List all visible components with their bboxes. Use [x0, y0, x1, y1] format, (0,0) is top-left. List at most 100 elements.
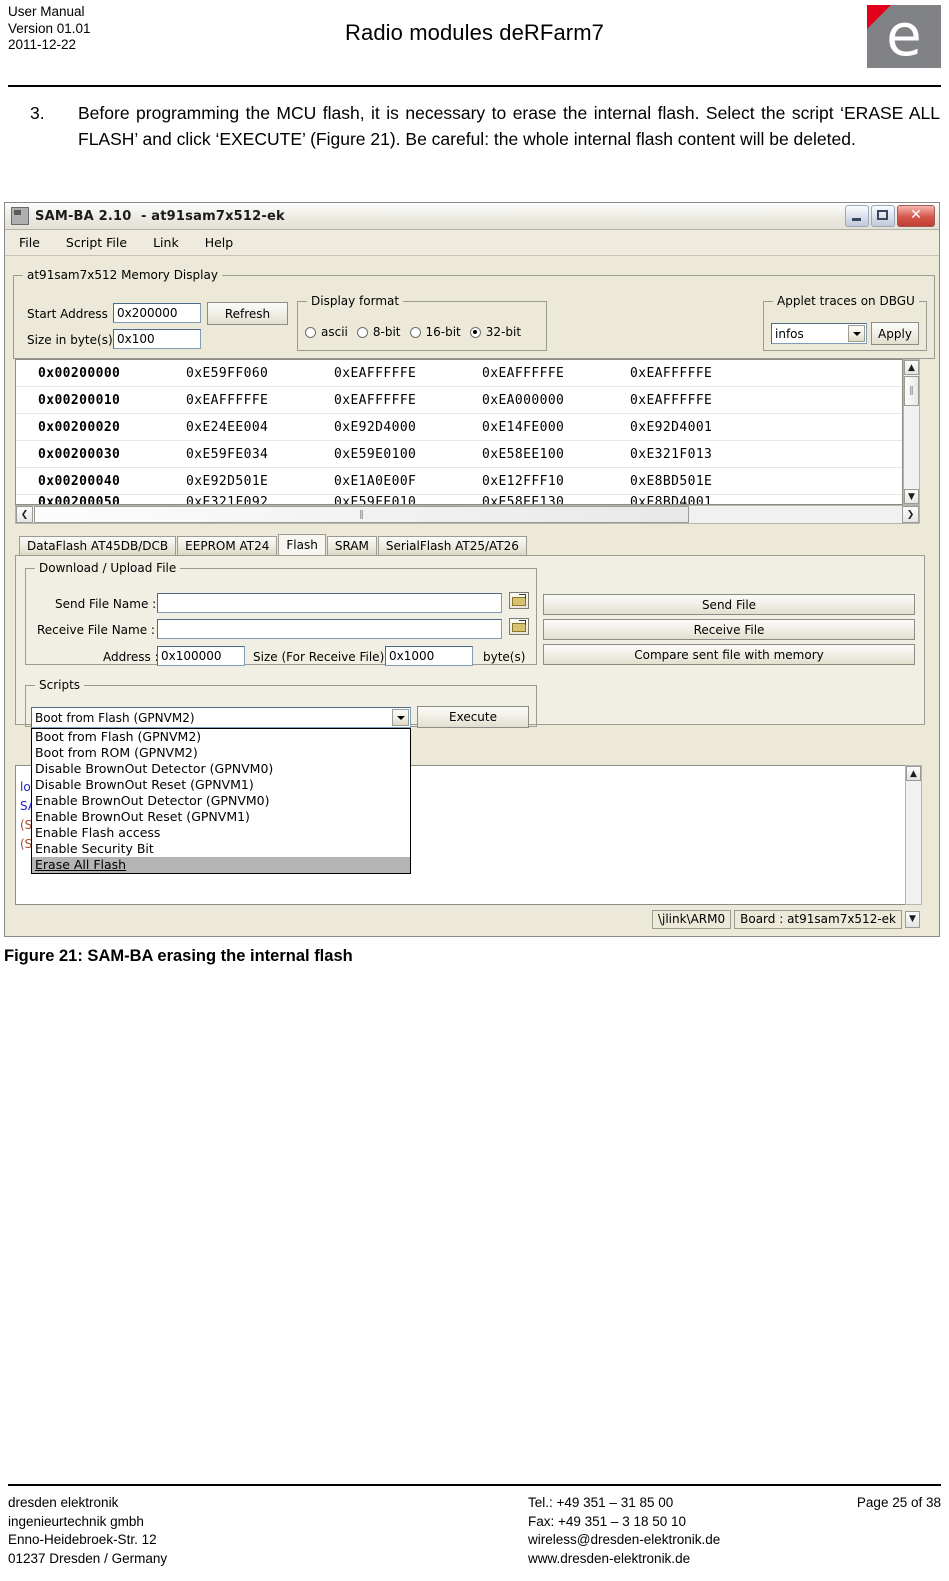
memory-word: 0xEAFFFFFE	[334, 392, 417, 408]
tab-dataflash[interactable]: DataFlash AT45DB/DCB	[19, 536, 177, 555]
radio-32bit[interactable]	[469, 326, 481, 338]
radio-ascii[interactable]	[305, 326, 316, 338]
radio-32bit-label: 32-bit	[485, 325, 522, 339]
scroll-right-button[interactable]: ❯	[902, 506, 919, 523]
footer-address: dresden elektronik ingenieurtechnik gmbh…	[8, 1495, 168, 1566]
memory-word: 0xE321F092	[186, 495, 269, 505]
dropdown-option[interactable]: Enable Flash access	[32, 825, 410, 841]
script-select-combo[interactable]: Boot from Flash (GPNVM2)	[31, 707, 411, 728]
dropdown-option-selected[interactable]: Erase All Flash	[32, 857, 410, 873]
scroll-up-button[interactable]: ▲	[906, 766, 921, 781]
memory-word: 0xEAFFFFFE	[186, 392, 269, 408]
receive-file-name-input[interactable]	[157, 619, 502, 639]
memory-word: 0xEAFFFFFE	[630, 392, 713, 408]
dropdown-option[interactable]: Boot from ROM (GPNVM2)	[32, 745, 410, 761]
window-controls: ✕	[845, 205, 935, 227]
minimize-button[interactable]	[845, 205, 869, 227]
menu-item-help[interactable]: Help	[205, 235, 234, 250]
applet-traces-value: infos	[775, 326, 804, 341]
receive-size-input[interactable]: 0x1000	[385, 646, 473, 666]
memory-word: 0xEA000000	[482, 392, 565, 408]
scripts-group-title: Scripts	[35, 678, 85, 692]
compare-file-button[interactable]: Compare sent file with memory	[543, 644, 915, 665]
size-in-bytes-input[interactable]: 0x100	[113, 329, 201, 349]
company-logo: e	[867, 5, 941, 68]
memory-word: 0xEAFFFFFE	[630, 365, 713, 381]
memory-word: 0xE59FF060	[186, 365, 269, 381]
download-upload-group-title: Download / Upload File	[35, 561, 181, 575]
menu-item-file[interactable]: File	[19, 235, 40, 250]
radio-16bit[interactable]	[409, 326, 421, 338]
samba-window: SAM-BA 2.10 - at91sam7x512-ek ✕ File Scr…	[4, 202, 940, 937]
memory-word: 0xE92D4000	[334, 419, 417, 435]
tab-flash[interactable]: Flash	[278, 534, 326, 555]
memory-address: 0x00200030	[38, 446, 121, 462]
footer-contact: Tel.: +49 351 – 31 85 00 Fax: +49 351 – …	[528, 1495, 721, 1566]
close-button[interactable]: ✕	[897, 205, 935, 227]
dropdown-option[interactable]: Disable BrownOut Reset (GPNVM1)	[32, 777, 410, 793]
table-row[interactable]: 0x00200000 0xE59FF060 0xEAFFFFFE 0xEAFFF…	[16, 360, 902, 387]
browse-send-file-icon[interactable]	[509, 592, 529, 609]
start-address-input[interactable]: 0x200000	[113, 303, 201, 323]
memory-word: 0xEAFFFFFE	[482, 365, 565, 381]
menu-item-link[interactable]: Link	[153, 235, 179, 250]
table-row[interactable]: 0x00200030 0xE59FE034 0xE59E0100 0xE58EE…	[16, 441, 902, 468]
memory-table-horizontal-scrollbar[interactable]: ❮ ‖ ❯	[15, 505, 920, 524]
app-icon	[11, 207, 29, 225]
browse-receive-file-icon[interactable]	[509, 618, 529, 635]
step-text: Before programming the MCU flash, it is …	[78, 103, 940, 149]
scrollbar-thumb[interactable]: ‖	[904, 376, 919, 406]
size-in-bytes-label: Size in byte(s) :	[27, 333, 121, 347]
dropdown-option[interactable]: Disable BrownOut Detector (GPNVM0)	[32, 761, 410, 777]
applet-traces-group-title: Applet traces on DBGU	[773, 294, 919, 308]
refresh-button[interactable]: Refresh	[207, 302, 288, 325]
dropdown-option[interactable]: Enable BrownOut Reset (GPNVM1)	[32, 809, 410, 825]
memory-word: 0xE59FE010	[334, 495, 417, 505]
memory-word: 0xE321F013	[630, 446, 713, 462]
send-file-button[interactable]: Send File	[543, 594, 915, 615]
radio-8bit[interactable]	[356, 326, 368, 338]
status-resize-grip-icon[interactable]: ▼	[905, 910, 920, 928]
memory-word: 0xE59E0100	[334, 446, 417, 462]
send-file-name-input[interactable]	[157, 593, 502, 613]
maximize-button[interactable]	[871, 205, 895, 227]
menu-item-script-file[interactable]: Script File	[66, 235, 127, 250]
apply-button[interactable]: Apply	[871, 322, 919, 345]
script-dropdown-list[interactable]: Boot from Flash (GPNVM2) Boot from ROM (…	[31, 728, 411, 874]
address-input[interactable]: 0x100000	[157, 646, 245, 666]
table-row[interactable]: 0x00200050 0xE321F092 0xE59FE010 0xE58EE…	[16, 495, 902, 505]
memory-address: 0x00200050	[38, 495, 121, 505]
scrollbar-thumb[interactable]: ‖	[34, 506, 689, 523]
tab-serialflash[interactable]: SerialFlash AT25/AT26	[377, 536, 527, 555]
execute-button[interactable]: Execute	[417, 706, 529, 728]
logo-red-corner-icon	[867, 5, 891, 29]
memory-hex-table: 0x00200000 0xE59FF060 0xEAFFFFFE 0xEAFFF…	[15, 359, 903, 505]
memory-word: 0xE8BD501E	[630, 473, 713, 489]
memory-address: 0x00200040	[38, 473, 121, 489]
dropdown-option[interactable]: Boot from Flash (GPNVM2)	[32, 729, 410, 745]
dropdown-option[interactable]: Enable BrownOut Detector (GPNVM0)	[32, 793, 410, 809]
table-row[interactable]: 0x00200020 0xE24EE004 0xE92D4000 0xE14FE…	[16, 414, 902, 441]
memory-word: 0xE8BD4001	[630, 495, 713, 505]
dropdown-option[interactable]: Enable Security Bit	[32, 841, 410, 857]
applet-traces-combo[interactable]: infos	[771, 323, 867, 344]
memory-address: 0x00200020	[38, 419, 121, 435]
chevron-down-icon[interactable]	[848, 325, 865, 342]
window-titlebar[interactable]: SAM-BA 2.10 - at91sam7x512-ek ✕	[5, 203, 939, 230]
figure-caption: Figure 21: SAM-BA erasing the internal f…	[4, 947, 353, 965]
tab-eeprom[interactable]: EEPROM AT24	[177, 536, 278, 555]
footer-page-number: Page 25 of 38	[856, 1495, 941, 1510]
scroll-left-button[interactable]: ❮	[16, 506, 33, 523]
memory-word: 0xE58EE100	[482, 446, 565, 462]
memory-table-vertical-scrollbar[interactable]: ▲ ‖ ▼	[903, 359, 920, 505]
tab-sram[interactable]: SRAM	[326, 536, 377, 555]
scroll-up-button[interactable]: ▲	[904, 360, 919, 375]
memory-word: 0xE12FFF10	[482, 473, 565, 489]
console-vertical-scrollbar[interactable]: ▲	[905, 765, 922, 905]
table-row[interactable]: 0x00200040 0xE92D501E 0xE1A0E00F 0xE12FF…	[16, 468, 902, 495]
receive-file-button[interactable]: Receive File	[543, 619, 915, 640]
bytes-unit-label: byte(s)	[483, 650, 526, 664]
scroll-down-button[interactable]: ▼	[904, 489, 919, 504]
chevron-down-icon[interactable]	[392, 709, 409, 726]
table-row[interactable]: 0x00200010 0xEAFFFFFE 0xEAFFFFFE 0xEA000…	[16, 387, 902, 414]
